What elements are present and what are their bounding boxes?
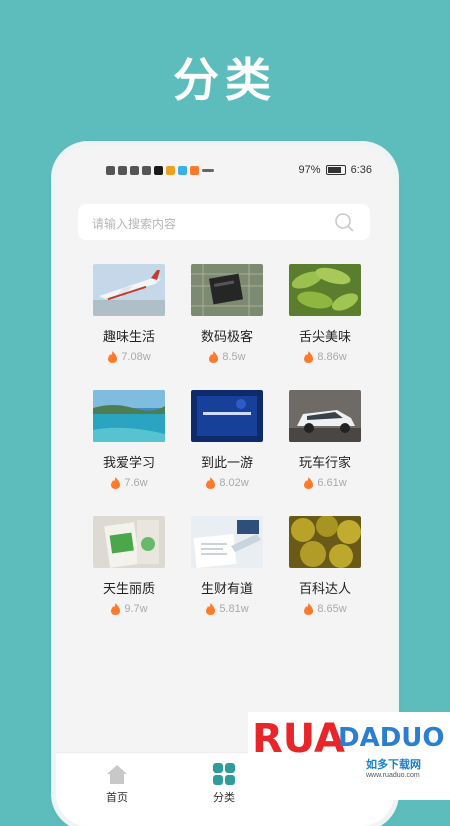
svg-text:DADUO: DADUO bbox=[338, 723, 445, 753]
category-stat: 7.08w bbox=[80, 351, 178, 363]
fire-icon bbox=[111, 477, 121, 489]
status-bar: 97% 6:36 bbox=[56, 146, 394, 182]
clock: 6:36 bbox=[350, 164, 372, 176]
status-notification-icons bbox=[106, 166, 214, 175]
category-item[interactable]: 我爱学习 7.6w bbox=[80, 390, 178, 498]
category-title: 生财有道 bbox=[200, 581, 253, 596]
fire-icon bbox=[304, 603, 314, 615]
wifi-icon bbox=[142, 166, 151, 175]
fire-icon bbox=[209, 351, 219, 363]
category-item[interactable]: 舌尖美味 8.86w bbox=[276, 264, 374, 372]
category-item[interactable]: 到此一游 8.02w bbox=[178, 390, 276, 498]
paperwork-image bbox=[191, 516, 263, 568]
coast-image bbox=[93, 390, 165, 442]
watermark-logo: RUA DADUO bbox=[252, 716, 445, 758]
nav-home-label: 首页 bbox=[106, 792, 128, 804]
category-stat: 6.61w bbox=[276, 477, 374, 489]
category-title: 舌尖美味 bbox=[298, 329, 351, 344]
search-bar[interactable]: 请输入搜索内容 bbox=[78, 204, 370, 240]
edamame-image bbox=[289, 264, 361, 316]
category-item[interactable]: 百科达人 8.65w bbox=[276, 516, 374, 624]
category-count: 9.7w bbox=[124, 603, 148, 615]
circuit-board-image bbox=[191, 264, 263, 316]
category-item[interactable]: 数码极客 8.5w bbox=[178, 264, 276, 372]
category-title: 百科达人 bbox=[298, 581, 351, 596]
category-stat: 9.7w bbox=[80, 603, 178, 615]
site-watermark: RUA DADUO 如多下载网 www.ruaduo.com bbox=[248, 712, 450, 800]
status-right: 97% 6:36 bbox=[299, 164, 372, 176]
category-title: 我爱学习 bbox=[102, 455, 155, 470]
signal-icon bbox=[118, 166, 127, 175]
category-count: 5.81w bbox=[219, 603, 249, 615]
home-icon bbox=[107, 765, 127, 784]
category-count: 8.5w bbox=[222, 351, 246, 363]
category-stat: 8.5w bbox=[178, 351, 276, 363]
fire-icon bbox=[304, 477, 314, 489]
blue-screen-image bbox=[191, 390, 263, 442]
category-title: 数码极客 bbox=[200, 329, 253, 344]
category-item[interactable]: 天生丽质 9.7w bbox=[80, 516, 178, 624]
cart-icon bbox=[190, 166, 199, 175]
category-stat: 8.86w bbox=[276, 351, 374, 363]
category-count: 6.61w bbox=[317, 477, 347, 489]
fire-icon bbox=[111, 603, 121, 615]
battery-icon bbox=[325, 165, 346, 175]
category-count: 8.02w bbox=[219, 477, 249, 489]
watermark-url: www.ruaduo.com bbox=[366, 772, 420, 779]
nav-category-label: 分类 bbox=[213, 792, 235, 804]
category-count: 7.08w bbox=[121, 351, 151, 363]
nav-home[interactable]: 首页 bbox=[82, 763, 152, 805]
page-headline: 分类 bbox=[173, 53, 277, 107]
category-title: 趣味生活 bbox=[102, 329, 155, 344]
svg-text:RUA: RUA bbox=[252, 716, 345, 758]
durian-image bbox=[289, 516, 361, 568]
category-title: 天生丽质 bbox=[102, 581, 155, 596]
category-title: 到此一游 bbox=[200, 455, 253, 470]
grid-icon bbox=[213, 763, 235, 785]
watermark-site-name: 如多下载网 bbox=[366, 759, 421, 771]
category-count: 8.86w bbox=[317, 351, 347, 363]
category-item[interactable]: 趣味生活 7.08w bbox=[80, 264, 178, 372]
category-stat: 8.02w bbox=[178, 477, 276, 489]
category-title: 玩车行家 bbox=[298, 455, 351, 470]
fire-icon bbox=[108, 351, 118, 363]
category-item[interactable]: 玩车行家 6.61w bbox=[276, 390, 374, 498]
app-notification-icon bbox=[154, 166, 163, 175]
fire-icon bbox=[206, 477, 216, 489]
app-notification-icon bbox=[166, 166, 175, 175]
more-icon bbox=[202, 169, 214, 172]
airplane-image bbox=[93, 264, 165, 316]
category-stat: 5.81w bbox=[178, 603, 276, 615]
fire-icon bbox=[304, 351, 314, 363]
app-notification-icon bbox=[178, 166, 187, 175]
category-grid: 趣味生活 7.08w 数码极客 8.5w 舌尖美味 8.86w 我爱学习 7.6… bbox=[80, 264, 370, 624]
search-input[interactable]: 请输入搜索内容 bbox=[92, 215, 176, 232]
category-stat: 8.65w bbox=[276, 603, 374, 615]
category-stat: 7.6w bbox=[80, 477, 178, 489]
fire-icon bbox=[206, 603, 216, 615]
white-suv-image bbox=[289, 390, 361, 442]
battery-percent: 97% bbox=[298, 164, 321, 176]
signal-icon bbox=[130, 166, 139, 175]
category-count: 8.65w bbox=[317, 603, 347, 615]
hd-icon bbox=[106, 166, 115, 175]
product-box-image bbox=[93, 516, 165, 568]
category-item[interactable]: 生财有道 5.81w bbox=[178, 516, 276, 624]
search-icon[interactable] bbox=[334, 212, 354, 232]
category-count: 7.6w bbox=[124, 477, 148, 489]
